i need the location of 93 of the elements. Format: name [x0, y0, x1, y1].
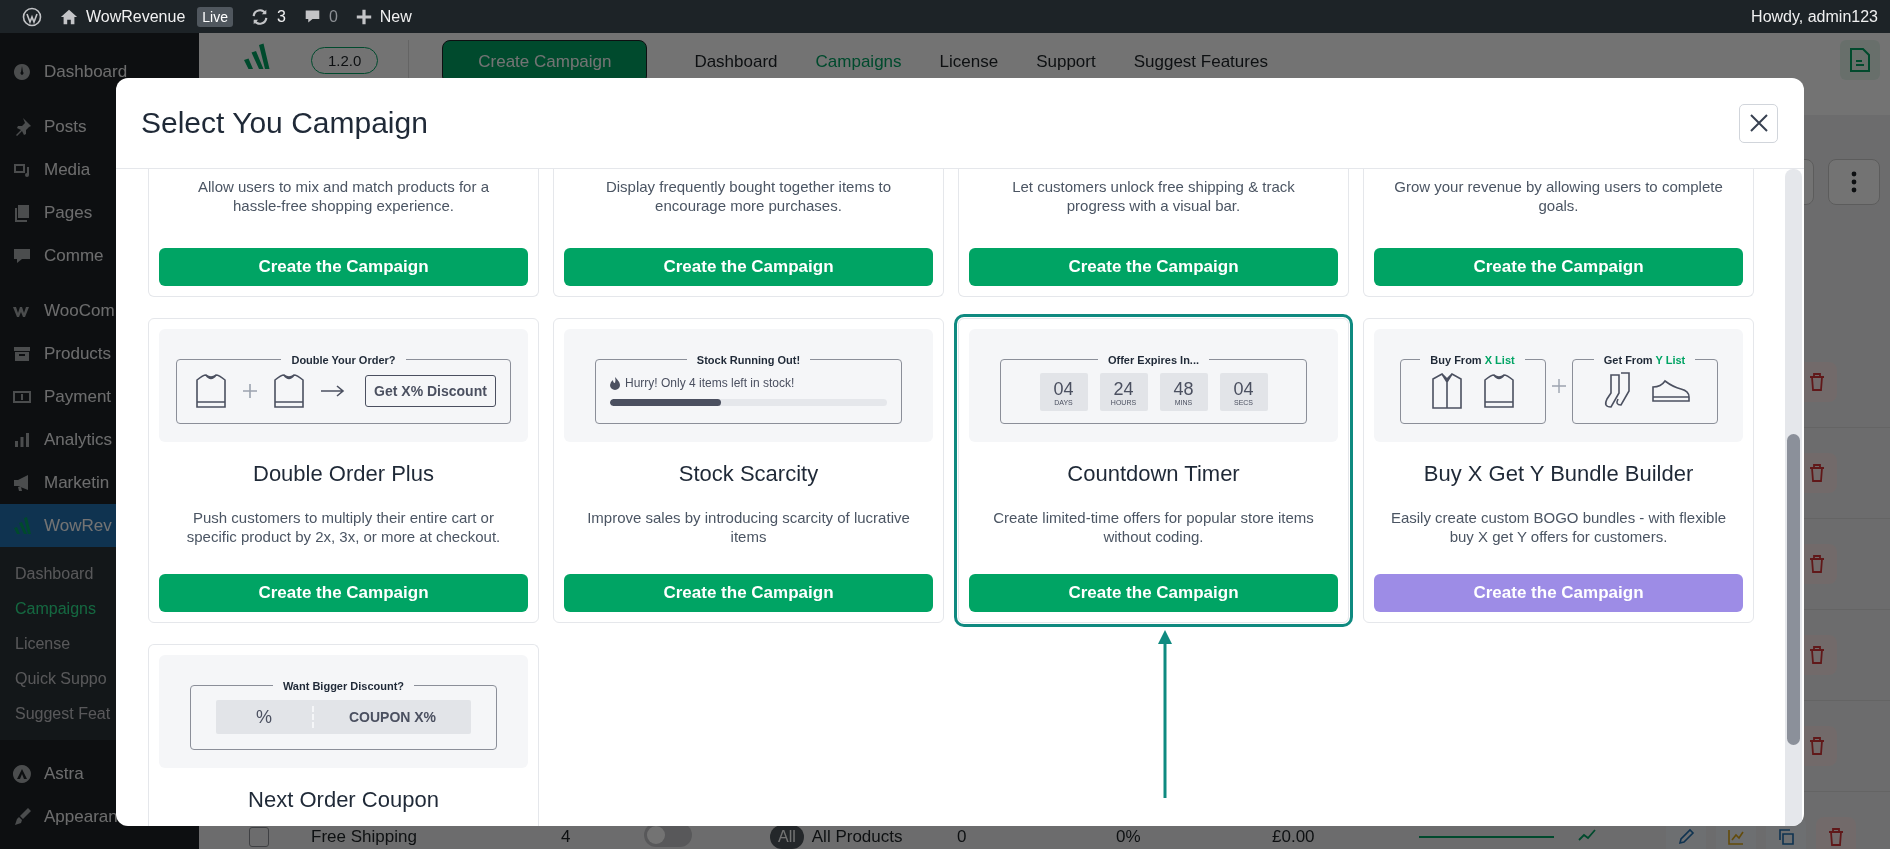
- live-badge: Live: [197, 6, 233, 27]
- sidebar-item[interactable]: Marketin: [0, 461, 199, 504]
- create-campaign-button[interactable]: Create the Campaign: [969, 574, 1338, 612]
- sidebar-item[interactable]: Pages: [0, 191, 199, 234]
- create-campaign-button[interactable]: Create the Campaign: [159, 574, 528, 612]
- table-cell-text: 0: [957, 827, 968, 847]
- close-icon: [1749, 114, 1768, 132]
- trash-icon: [1808, 736, 1826, 756]
- countdown-value: 48: [1173, 378, 1194, 399]
- preview-heading: Double Your Order?: [290, 353, 397, 366]
- create-campaign-button[interactable]: Create the Campaign: [564, 248, 933, 286]
- scope-badge: All: [770, 825, 804, 849]
- comments-count: 0: [328, 7, 338, 26]
- preview-heading: Get From Y List: [1602, 353, 1687, 366]
- plus-icon: [243, 384, 258, 398]
- table-cell-text: 4: [561, 827, 572, 847]
- card-description: Easily create custom BOGO bundles - with flexible buy X get Y offers for customers.: [1389, 508, 1728, 546]
- card-description: Grow your revenue by allowing users to complete goals.: [1393, 177, 1724, 215]
- flame-icon: [610, 376, 620, 390]
- site-name-link[interactable]: WowRevenue: [86, 7, 186, 26]
- sidebar-item[interactable]: Appearan: [0, 795, 199, 838]
- sidebar-item[interactable]: WooCom: [0, 289, 199, 332]
- table-cell-text: Free Shipping: [311, 827, 418, 847]
- nav-tab[interactable]: Suggest Features: [1133, 52, 1268, 72]
- stock-message: Hurry! Only 4 items left in stock!: [625, 376, 795, 390]
- countdown-value: 24: [1113, 378, 1134, 399]
- card-description: Create limited-time offers for popular store items without coding.: [992, 508, 1315, 546]
- preview-heading: Buy From X List: [1429, 353, 1516, 366]
- wordpress-logo-icon[interactable]: [22, 6, 42, 27]
- card-title: Next Order Coupon: [247, 786, 440, 814]
- trash-icon: [1808, 372, 1826, 392]
- copy-icon: [1777, 828, 1795, 846]
- preview-heading: Offer Expires In...: [1106, 353, 1201, 366]
- trash-icon: [1827, 827, 1845, 847]
- card-description: Allow users to mix and match products for a hassle-free shopping experience.: [197, 177, 490, 215]
- sidebar-item[interactable]: Dashboard: [0, 50, 199, 93]
- nav-tab[interactable]: Dashboard: [694, 52, 778, 72]
- percent-sign: %: [255, 706, 273, 728]
- home-icon[interactable]: [60, 7, 78, 26]
- card-description: Display frequently bought together items to encourage more purchases.: [604, 177, 893, 215]
- brush-icon: [12, 806, 32, 827]
- trash-icon: [1808, 554, 1826, 574]
- preview-heading: Want Bigger Discount?: [281, 679, 406, 692]
- card-title: Double Order Plus: [252, 460, 435, 488]
- card-description: Improve sales by introducing scarcity of lucrative items: [586, 508, 911, 546]
- create-campaign-button[interactable]: Create the Campaign: [1374, 248, 1743, 286]
- close-button[interactable]: [1739, 103, 1778, 143]
- pages-icon: [12, 202, 32, 223]
- plus-icon: [1551, 378, 1566, 393]
- countdown-value: 04: [1233, 378, 1254, 399]
- document-icon: [1849, 47, 1871, 73]
- discount-label: Get X% Discount: [365, 375, 496, 407]
- trash-icon: [1808, 463, 1826, 483]
- dashboard-icon: [12, 61, 32, 82]
- pencil-icon: [1677, 828, 1695, 846]
- coupon-code: COUPON X%: [347, 709, 438, 725]
- greeting-link[interactable]: Howdy, admin123: [1751, 7, 1878, 26]
- sidebar-item[interactable]: Media: [0, 148, 199, 191]
- create-campaign-button[interactable]: Create the Campaign: [159, 248, 528, 286]
- table-cell: All Products: [811, 827, 903, 847]
- card-title: Buy X Get Y Bundle Builder: [1422, 460, 1695, 488]
- comment-icon[interactable]: [303, 8, 321, 25]
- circle-logo-icon: [12, 763, 32, 784]
- nav-tab[interactable]: License: [939, 52, 999, 72]
- right-arrow-icon: [321, 385, 346, 397]
- line-chart-icon: [1727, 828, 1745, 846]
- trend-icon: [1578, 828, 1596, 842]
- more-vertical-icon: [1851, 171, 1857, 193]
- bar-logo-icon: [12, 515, 32, 536]
- new-link[interactable]: New: [379, 7, 412, 26]
- dialog-title: Select You Campaign: [141, 106, 428, 140]
- nav-tab[interactable]: Support: [1036, 52, 1096, 72]
- create-campaign-button[interactable]: Create the Campaign: [969, 248, 1338, 286]
- plus-icon[interactable]: [355, 8, 372, 25]
- countdown-value: 04: [1053, 378, 1074, 399]
- scrollbar-thumb[interactable]: [1787, 434, 1800, 745]
- preview-heading: Stock Running Out!: [695, 353, 802, 366]
- sidebar-item[interactable]: Analytics: [0, 418, 199, 461]
- sidebar-item[interactable]: Products: [0, 332, 199, 375]
- sidebar-item[interactable]: Payment: [0, 375, 199, 418]
- row-checkbox[interactable]: [249, 827, 269, 847]
- create-campaign-button[interactable]: Create the Campaign: [564, 574, 933, 612]
- table-cell-text: 0%: [1116, 827, 1142, 847]
- sidebar-item[interactable]: Astra: [0, 752, 199, 795]
- refresh-icon[interactable]: [251, 7, 269, 26]
- card-description: Let customers unlock free shipping & track progress with a visual bar.: [1011, 177, 1296, 215]
- shoe-icon: [1650, 379, 1691, 403]
- card-title: Stock Scarcity: [677, 460, 820, 488]
- nav-tab[interactable]: Campaigns: [815, 52, 902, 72]
- updates-count: 3: [277, 7, 286, 26]
- card-title: Countdown Timer: [1066, 460, 1241, 488]
- trash-icon: [1808, 645, 1826, 665]
- table-cell-text: £0.00: [1272, 827, 1316, 847]
